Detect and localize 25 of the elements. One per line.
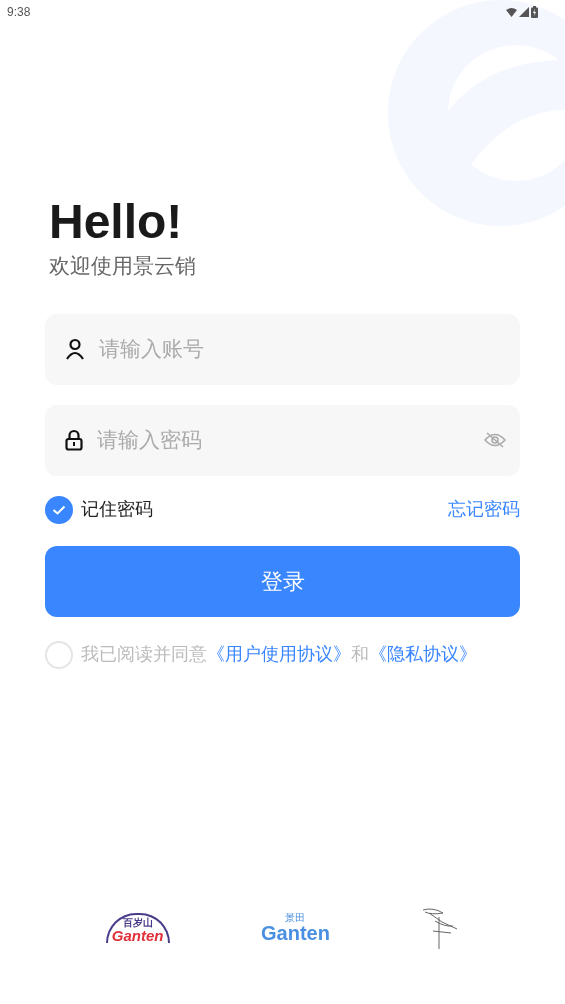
greeting-title: Hello! xyxy=(49,196,184,248)
signature-drawing xyxy=(421,907,460,949)
agreement-link[interactable]: 《用户使用协议》 xyxy=(207,644,351,664)
account-field[interactable]: 请输入账号 xyxy=(45,313,520,385)
signal-icon xyxy=(519,7,529,17)
check-icon xyxy=(52,504,66,515)
wifi-icon xyxy=(506,7,517,17)
battery-icon xyxy=(531,6,538,18)
lock-icon xyxy=(65,429,83,451)
welcome-subtitle: 欢迎使用景云销 xyxy=(49,253,197,279)
login-button[interactable]: 登录 xyxy=(45,545,520,617)
text-input[interactable]: 请输入密码 xyxy=(97,424,470,456)
status-time: 9:38 xyxy=(7,4,31,21)
eye-hidden-icon[interactable] xyxy=(484,432,506,448)
text-input[interactable]: 请输入账号 xyxy=(99,333,506,365)
remember-checkbox[interactable] xyxy=(45,495,73,524)
user-icon xyxy=(65,338,85,360)
brand-logo: 百岁山 Ganten xyxy=(105,913,170,943)
forgot-password-link[interactable]: 忘记密码 xyxy=(448,496,520,523)
agreement-text: 我已阅读并同意《用户使用协议》和《隐私协议》 xyxy=(81,643,477,666)
agreement-link[interactable]: 《隐私协议》 xyxy=(369,644,477,664)
password-field[interactable]: 请输入密码 xyxy=(45,404,520,476)
remember-label: 记住密码 xyxy=(81,498,153,521)
brand-logo: 景田 Ganten xyxy=(261,913,330,943)
agreement-checkbox[interactable] xyxy=(45,640,73,669)
